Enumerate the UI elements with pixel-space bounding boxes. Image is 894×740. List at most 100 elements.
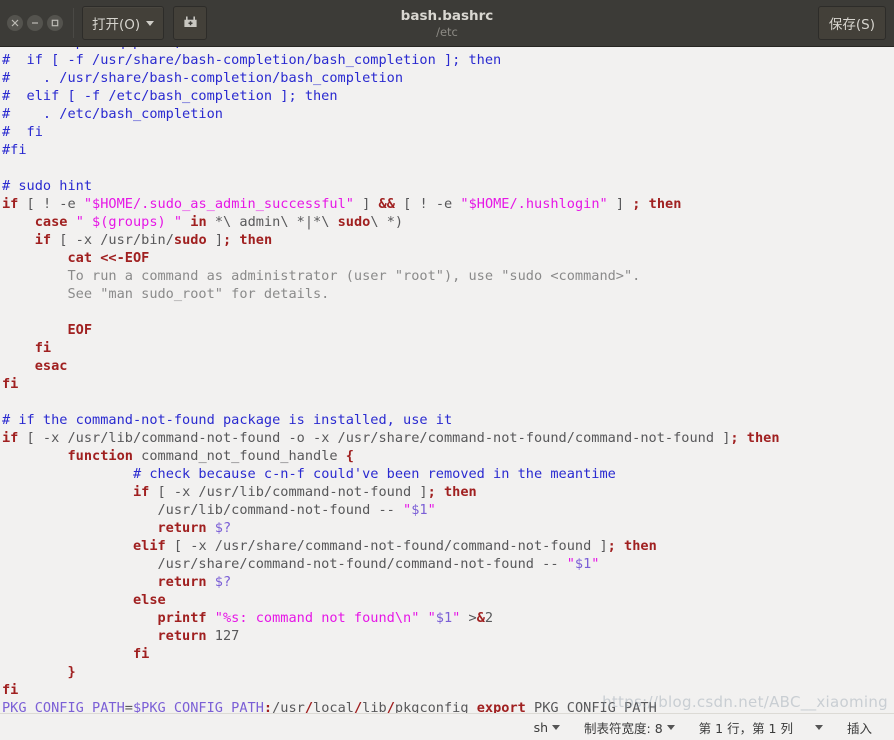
toolbar-separator bbox=[73, 8, 74, 38]
code-token: export bbox=[476, 700, 526, 713]
code-token: then bbox=[746, 430, 780, 446]
code-token: fi bbox=[2, 682, 19, 698]
code-token: printf bbox=[157, 610, 207, 626]
code-line: fi bbox=[2, 645, 894, 663]
code-line: See "man sudo_root" for details. bbox=[2, 285, 894, 303]
code-token: ; bbox=[427, 484, 436, 500]
code-line: return 127 bbox=[2, 627, 894, 645]
code-line: fi bbox=[2, 339, 894, 357]
minimize-icon[interactable] bbox=[27, 15, 43, 31]
code-token: elif bbox=[132, 538, 166, 554]
save-as-button[interactable] bbox=[173, 6, 208, 40]
titlebar: 打开(O) bash.bashrc /etc 保存(S) bbox=[0, 0, 894, 47]
code-token: local bbox=[313, 700, 354, 713]
code-line: /usr/lib/command-not-found -- "$1" bbox=[2, 501, 894, 519]
code-token: # . /usr/share/bash-completion/bash_comp… bbox=[2, 70, 404, 86]
insert-mode[interactable]: 插入 bbox=[835, 718, 884, 737]
code-token: See "man sudo_root" for details. bbox=[2, 286, 330, 302]
code-line: else bbox=[2, 591, 894, 609]
code-token: ! bbox=[419, 196, 428, 212]
code-token: $1 bbox=[435, 610, 453, 626]
code-token: command_not_found_handle bbox=[132, 448, 346, 464]
code-token: /usr/lib/command-not-found -- bbox=[2, 502, 404, 518]
code-line: # if the command-not-found package is in… bbox=[2, 411, 894, 429]
code-token: [ bbox=[18, 196, 43, 212]
save-as-icon bbox=[182, 13, 199, 34]
editor-area[interactable]: #if ! shopt -oq posix; then # if [ -f /us… bbox=[0, 47, 894, 713]
code-line: printf "%s: command not found\n" "$1" >&… bbox=[2, 609, 894, 627]
code-line: cat <<-EOF bbox=[2, 249, 894, 267]
code-line: fi bbox=[2, 375, 894, 393]
open-button[interactable]: 打开(O) bbox=[82, 6, 165, 40]
code-token: / bbox=[353, 700, 363, 713]
code-line: case " $(groups) " in *\ admin\ *|*\ sud… bbox=[2, 213, 894, 231]
code-token: " bbox=[403, 502, 412, 518]
code-token: 2 bbox=[484, 610, 494, 626]
code-token: -e bbox=[427, 196, 461, 212]
code-line: return $? bbox=[2, 573, 894, 591]
tab-width-selector[interactable]: 制表符宽度: 8 bbox=[572, 718, 687, 737]
code-token: ; bbox=[223, 232, 232, 248]
code-token: if bbox=[2, 430, 19, 446]
maximize-icon[interactable] bbox=[47, 15, 63, 31]
close-icon[interactable] bbox=[7, 15, 23, 31]
code-token: " bbox=[427, 502, 436, 518]
code-token: ; bbox=[730, 430, 739, 446]
code-token: : bbox=[263, 700, 273, 713]
cursor-position[interactable]: 第 1 行，第 1 列 bbox=[687, 718, 835, 737]
code-line: EOF bbox=[2, 321, 894, 339]
code-line: fi bbox=[2, 681, 894, 699]
chevron-down-icon bbox=[814, 724, 823, 730]
code-token: $1 bbox=[574, 556, 592, 572]
code-token: cat <<-EOF bbox=[67, 250, 150, 266]
code-line: esac bbox=[2, 357, 894, 375]
cursor-position-label: 第 1 行，第 1 列 bbox=[698, 720, 793, 736]
code-token: $? bbox=[214, 574, 232, 590]
code-token: " bbox=[566, 556, 575, 572]
code-token: # elif [ -f /etc/bash_completion ]; then bbox=[2, 88, 338, 104]
code-token: # check because c-n-f could've been remo… bbox=[132, 466, 616, 482]
code-token: if bbox=[34, 232, 52, 248]
source-code[interactable]: #if ! shopt -oq posix; then # if [ -f /us… bbox=[0, 47, 894, 713]
page-title: bash.bashrc bbox=[400, 7, 494, 24]
code-token: " bbox=[591, 556, 600, 572]
code-token: [ -x /usr/lib/command-not-found ] bbox=[149, 484, 428, 500]
code-token: # if the command-not-found package is in… bbox=[2, 412, 453, 428]
code-line: return $? bbox=[2, 519, 894, 537]
code-token: if bbox=[132, 484, 150, 500]
save-button[interactable]: 保存(S) bbox=[817, 6, 886, 40]
gedit-window: 打开(O) bash.bashrc /etc 保存(S) #if ! shopt… bbox=[0, 0, 894, 740]
language-selector[interactable]: sh bbox=[522, 720, 572, 735]
code-token: ] bbox=[607, 196, 633, 212]
code-token: then bbox=[624, 538, 657, 554]
code-token: then bbox=[443, 484, 477, 500]
code-token: /usr/share/command-not-found/command-not… bbox=[2, 556, 567, 572]
code-line: # elif [ -f /etc/bash_completion ]; then bbox=[2, 87, 894, 105]
code-token: -e bbox=[51, 196, 84, 212]
code-token: fi bbox=[2, 376, 19, 392]
code-token: \ *) bbox=[370, 214, 404, 230]
code-token: / bbox=[304, 700, 314, 713]
code-token: esac bbox=[34, 358, 68, 374]
code-token: [ -x /usr/bin/ bbox=[51, 232, 174, 248]
code-token: [ -x /usr/lib/command-not-found -o -x /u… bbox=[18, 430, 731, 446]
code-line: if [ -x /usr/lib/command-not-found ]; th… bbox=[2, 483, 894, 501]
